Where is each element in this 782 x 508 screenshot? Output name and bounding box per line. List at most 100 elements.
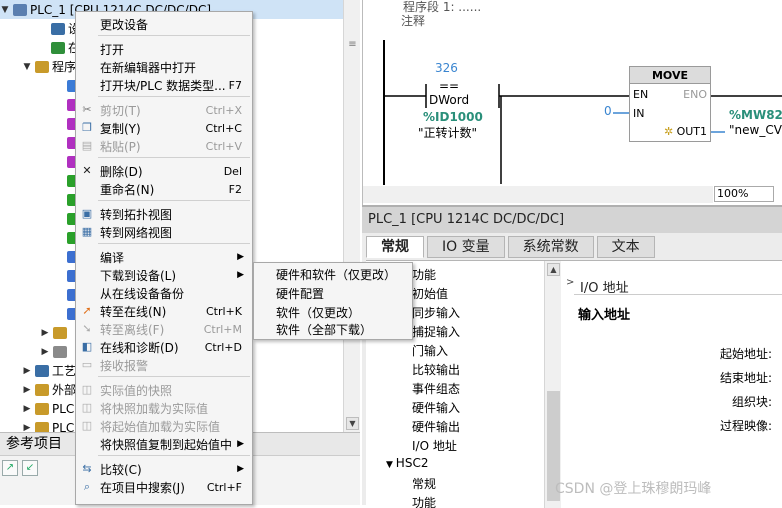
tab-system-constants[interactable]: 系统常数 bbox=[507, 236, 594, 258]
nav-item[interactable]: 初始值 bbox=[412, 285, 448, 302]
compare-value[interactable]: 326 bbox=[435, 61, 458, 75]
properties-body: 功能 初始值 同步输入 捕捉输入 门输入 比较输出 事件组态 硬件输入 硬件输出… bbox=[366, 260, 782, 508]
download-submenu: 硬件和软件（仅更改） 硬件配置 软件（仅更改） 软件（全部下载） bbox=[253, 262, 413, 340]
submenu-item-sw-all[interactable]: 软件（全部下载） bbox=[276, 321, 372, 338]
power-rail bbox=[383, 40, 385, 185]
submenu-item-hw-sw-changes[interactable]: 硬件和软件（仅更改） bbox=[276, 266, 396, 283]
move-instruction[interactable]: MOVE EN ENO IN ✲ OUT1 bbox=[629, 66, 711, 142]
plc-tags-icon bbox=[35, 402, 49, 415]
tab-texts[interactable]: 文本 bbox=[596, 236, 655, 258]
menu-item[interactable]: 将快照值复制到起始值中 ▶ bbox=[76, 435, 252, 453]
collapse-arrow-icon[interactable]: ▼ bbox=[0, 5, 10, 15]
menu-separator bbox=[98, 243, 250, 244]
menu-item-shortcut: Ctrl+V bbox=[205, 139, 242, 153]
technology-icon bbox=[35, 364, 49, 377]
topology-icon: ▣ bbox=[81, 207, 93, 220]
nav-item[interactable]: I/O 地址 bbox=[412, 437, 457, 454]
collapse-arrow-icon[interactable]: ▼ bbox=[22, 62, 32, 72]
nav-item[interactable]: 硬件输出 bbox=[412, 418, 460, 435]
submenu-item-hw-config[interactable]: 硬件配置 bbox=[276, 285, 324, 302]
submenu-arrow-icon: ▶ bbox=[237, 439, 244, 449]
menu-item-label: 转到网络视图 bbox=[100, 225, 173, 240]
nav-group-hsc2[interactable]: ▼ HSC2 bbox=[386, 456, 428, 470]
nav-item[interactable]: 功能 bbox=[412, 494, 436, 508]
menu-item[interactable]: 下载到设备(L) ▶ bbox=[76, 266, 252, 284]
menu-item-label: 下载到设备(L) bbox=[100, 268, 177, 283]
expand-arrow-icon[interactable]: ▶ bbox=[40, 347, 50, 357]
menu-item[interactable]: ✕ 删除(D) Del bbox=[76, 162, 252, 180]
move-in-value[interactable]: 0 bbox=[604, 104, 612, 118]
nav-item[interactable]: 捕捉输入 bbox=[412, 323, 460, 340]
nav-item[interactable]: 门输入 bbox=[412, 342, 448, 359]
properties-panel: PLC_1 [CPU 1214C DC/DC/DC] 常规 IO 变量 系统常数… bbox=[362, 205, 782, 508]
tab-io-tags[interactable]: IO 变量 bbox=[427, 236, 505, 258]
nav-item[interactable]: 同步输入 bbox=[412, 304, 460, 321]
expand-arrow-icon[interactable]: ▶ bbox=[22, 423, 32, 433]
tree-scrollbar[interactable]: ≡ ▼ bbox=[343, 0, 360, 432]
open-reference-icon[interactable]: ↗ bbox=[2, 460, 18, 476]
submenu-item-sw-changes[interactable]: 软件（仅更改） bbox=[276, 304, 360, 321]
menu-item[interactable]: ⇆ 比较(C) ▶ bbox=[76, 460, 252, 478]
menu-item: ➘ 转至离线(F) Ctrl+M bbox=[76, 320, 252, 338]
online-diag-icon bbox=[51, 41, 65, 54]
menu-item[interactable]: ⌕ 在项目中搜索(J) Ctrl+F bbox=[76, 478, 252, 496]
menu-item[interactable]: 更改设备 bbox=[76, 15, 252, 33]
menu-item-label: 删除(D) bbox=[100, 164, 143, 179]
close-reference-icon[interactable]: ↙ bbox=[22, 460, 38, 476]
nav-item[interactable]: 功能 bbox=[412, 266, 436, 283]
menu-item[interactable]: ❐ 复制(Y) Ctrl+C bbox=[76, 119, 252, 137]
nav-item[interactable]: 比较输出 bbox=[412, 361, 460, 378]
menu-item[interactable]: 打开块/PLC 数据类型... F7 bbox=[76, 76, 252, 94]
scroll-up-icon[interactable]: ▲ bbox=[547, 263, 560, 276]
grip-icon: ≡ bbox=[348, 39, 357, 50]
nav-item[interactable]: 常规 bbox=[412, 475, 436, 492]
compare-operator: == bbox=[439, 79, 460, 93]
scroll-down-icon[interactable]: ▼ bbox=[346, 417, 359, 430]
compare-operand[interactable]: %ID1000 bbox=[423, 110, 483, 124]
menu-item: ◫ 将快照加载为实际值 bbox=[76, 399, 252, 417]
menu-item: ◫ 实际值的快照 bbox=[76, 381, 252, 399]
menu-item[interactable]: 重命名(N) F2 bbox=[76, 180, 252, 198]
delete-icon: ✕ bbox=[82, 164, 92, 177]
search-icon: ⌕ bbox=[83, 480, 91, 493]
menu-item-label: 将起始值加载为实际值 bbox=[100, 419, 221, 434]
menu-item: ✂ 剪切(T) Ctrl+X bbox=[76, 101, 252, 119]
menu-item-label: 转至在线(N) bbox=[100, 304, 167, 319]
go-online-icon: ➚ bbox=[82, 304, 92, 317]
chevron-right-icon[interactable]: > bbox=[566, 277, 574, 288]
menu-item[interactable]: ▦ 转到网络视图 bbox=[76, 223, 252, 241]
menu-item[interactable]: ➚ 转至在线(N) Ctrl+K bbox=[76, 302, 252, 320]
expand-arrow-icon[interactable]: ▶ bbox=[40, 328, 50, 338]
compare-datatype[interactable]: DWord bbox=[429, 93, 469, 107]
menu-item-label: 打开 bbox=[100, 42, 125, 57]
expand-arrow-icon[interactable]: ▶ bbox=[22, 366, 32, 376]
collapse-arrow-icon[interactable]: ▼ bbox=[386, 460, 396, 470]
move-eno-pin: ENO bbox=[683, 88, 707, 101]
menu-item-label: 在新编辑器中打开 bbox=[100, 60, 197, 75]
move-out-operand[interactable]: %MW820 bbox=[729, 108, 782, 122]
expand-arrow-icon[interactable]: ▶ bbox=[22, 404, 32, 414]
nav-scrollbar[interactable]: ▲ bbox=[544, 261, 561, 508]
nav-item[interactable]: 事件组态 bbox=[412, 380, 460, 397]
alarm-icon: ▭ bbox=[81, 358, 93, 371]
menu-separator bbox=[98, 157, 250, 158]
scissors-icon: ✂ bbox=[82, 103, 92, 116]
menu-item-label: 比较(C) bbox=[100, 462, 142, 477]
menu-item-shortcut: Ctrl+F bbox=[206, 480, 242, 494]
tab-general[interactable]: 常规 bbox=[366, 236, 424, 258]
menu-item[interactable]: 打开 bbox=[76, 40, 252, 58]
menu-item[interactable]: ▣ 转到拓扑视图 bbox=[76, 205, 252, 223]
menu-item[interactable]: ◧ 在线和诊断(D) Ctrl+D bbox=[76, 338, 252, 356]
menu-item[interactable]: 编译 ▶ bbox=[76, 248, 252, 266]
plc-icon bbox=[13, 3, 27, 16]
editor-hscrollbar[interactable] bbox=[363, 186, 713, 203]
menu-item[interactable]: 从在线设备备份 bbox=[76, 284, 252, 302]
menu-separator bbox=[98, 376, 250, 377]
process-image-label: 过程映像: bbox=[719, 419, 772, 433]
expand-arrow-icon[interactable]: ▶ bbox=[22, 385, 32, 395]
zoom-select[interactable]: 100% bbox=[714, 186, 774, 202]
menu-item[interactable]: 在新编辑器中打开 bbox=[76, 58, 252, 76]
load-snapshot-icon: ◫ bbox=[81, 401, 93, 414]
nav-item[interactable]: 硬件输入 bbox=[412, 399, 460, 416]
compare-icon: ⇆ bbox=[82, 462, 92, 475]
